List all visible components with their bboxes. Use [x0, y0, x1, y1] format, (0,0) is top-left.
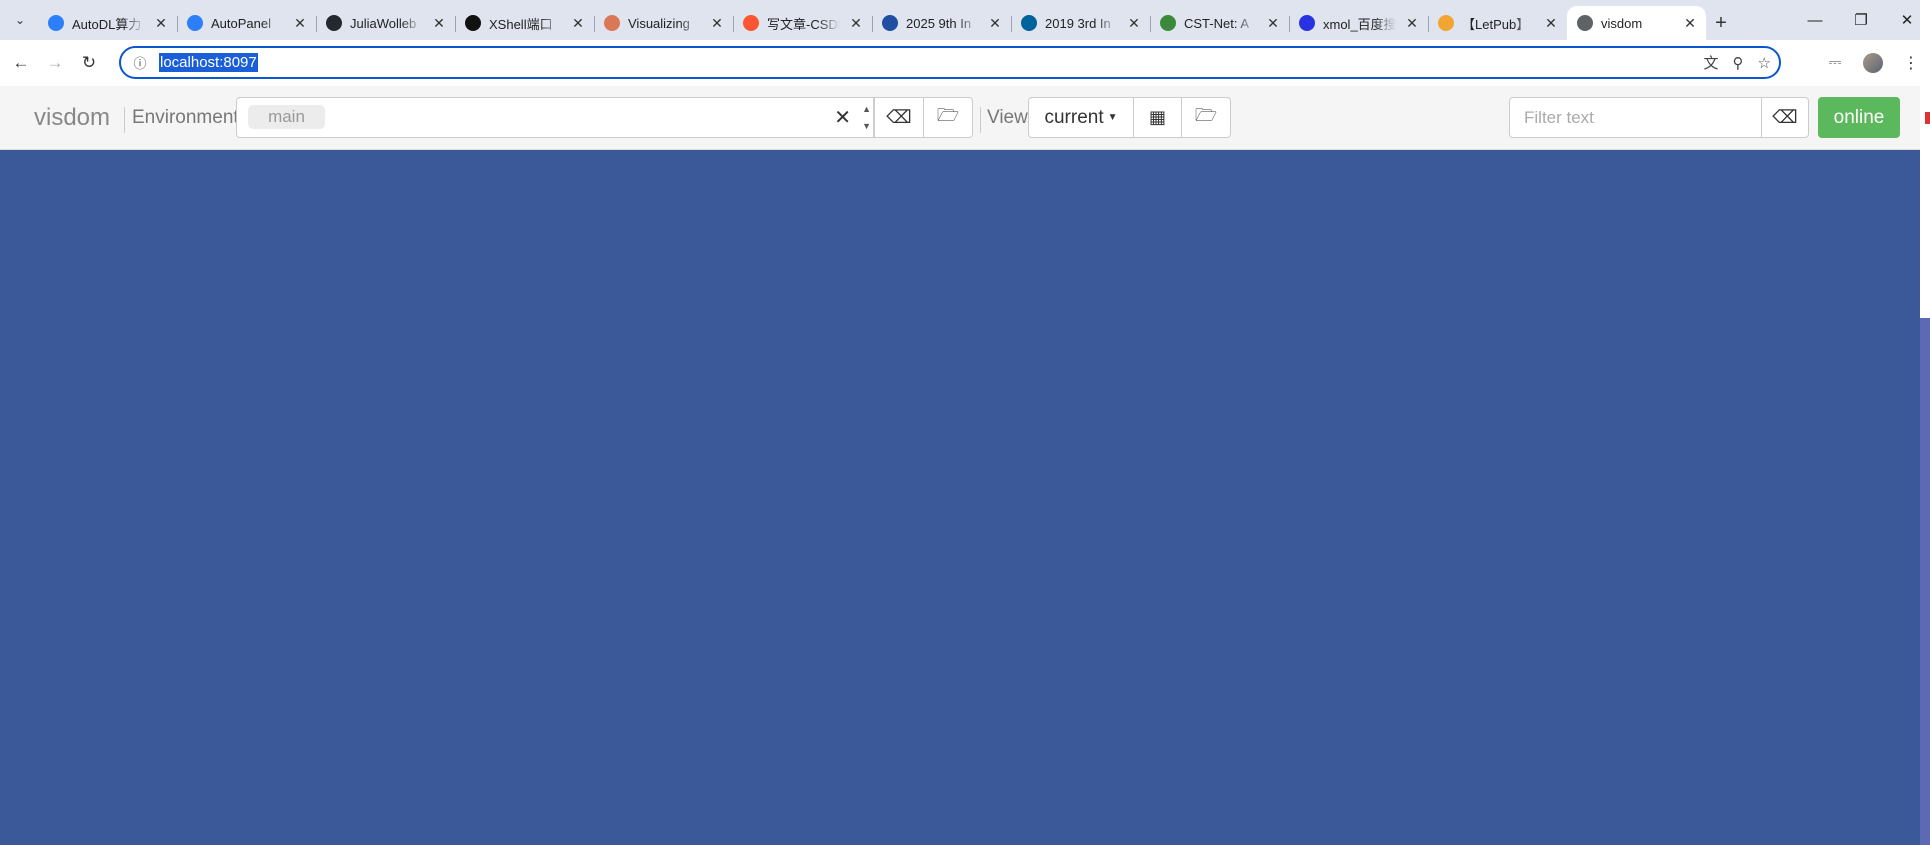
browser-tab[interactable]: Visualizing ✕	[594, 6, 733, 40]
github-icon	[326, 15, 342, 31]
browser-tab[interactable]: 2025 9th In ✕	[872, 6, 1011, 40]
profile-avatar[interactable]	[1863, 53, 1883, 73]
app-brand[interactable]: visdom	[34, 104, 110, 132]
close-tab-icon[interactable]: ✕	[709, 15, 725, 32]
eraser-icon[interactable]: ⌫	[874, 97, 924, 138]
edge-mark	[1925, 112, 1930, 124]
back-icon[interactable]: ←	[4, 46, 38, 80]
tab-search-icon[interactable]: ⌄	[6, 6, 34, 34]
autodl-icon	[187, 15, 203, 31]
browser-toolbar: ← → ↻ ⓘ localhost:8097 文 ⚲ ☆ ⎓ ⋮	[0, 40, 1930, 86]
browser-tab[interactable]: 2019 3rd In ✕	[1011, 6, 1150, 40]
close-tab-icon[interactable]: ✕	[292, 15, 308, 32]
minimize-icon[interactable]: —	[1792, 0, 1838, 40]
tab-title: xmol_百度搜	[1323, 16, 1396, 32]
bookmark-star-icon[interactable]: ☆	[1758, 54, 1771, 72]
openai-icon	[465, 15, 481, 31]
clear-environment-icon[interactable]: ✕	[834, 105, 851, 130]
browser-tab[interactable]: JuliaWolleb ✕	[316, 6, 455, 40]
background-window-edge	[1920, 0, 1930, 318]
close-tab-icon[interactable]: ✕	[1265, 15, 1281, 32]
translate-icon[interactable]: 文	[1704, 52, 1719, 73]
paper-icon	[1160, 15, 1176, 31]
browser-tab-strip: ⌄ AutoDL算力 ✕ AutoPanel ✕ JuliaWolleb ✕ XShell端…	[0, 0, 1930, 40]
baidu-icon	[1299, 15, 1315, 31]
conference-icon	[882, 15, 898, 31]
claude-icon	[604, 15, 620, 31]
close-tab-icon[interactable]: ✕	[1404, 15, 1420, 32]
close-tab-icon[interactable]: ✕	[1543, 15, 1559, 32]
tab-title: JuliaWolleb	[350, 15, 417, 31]
window-controls: — ❐ ✕	[1792, 0, 1930, 40]
view-label: View	[987, 107, 1028, 128]
caret-down-icon: ▼	[1107, 112, 1118, 123]
eraser-icon[interactable]: ⌫	[1761, 97, 1809, 138]
view-dropdown[interactable]: current ▼	[1028, 97, 1134, 138]
csdn-icon	[743, 15, 759, 31]
restore-icon[interactable]: ❐	[1838, 0, 1884, 40]
grid-layout-icon[interactable]: ▦	[1133, 97, 1182, 138]
connection-status-button[interactable]: online	[1818, 97, 1900, 138]
divider	[124, 107, 125, 133]
browser-tab[interactable]: 写文章-CSDN ✕	[733, 6, 872, 40]
autodl-icon	[48, 15, 64, 31]
tab-title: AutoPanel	[211, 15, 271, 31]
tab-title: XShell端口	[489, 16, 553, 32]
close-tab-icon[interactable]: ✕	[987, 15, 1003, 32]
filter-input[interactable]	[1509, 97, 1762, 138]
visdom-navbar: visdom Environment main ✕ ▲ ▼ ⌫ 🗁 View cu…	[0, 86, 1920, 150]
extensions-icon[interactable]: ⎓	[1816, 54, 1854, 72]
forward-icon[interactable]: →	[38, 46, 72, 80]
url-text[interactable]: localhost:8097	[159, 53, 258, 72]
site-info-icon[interactable]: ⓘ	[125, 53, 155, 72]
new-tab-icon[interactable]: +	[1706, 6, 1736, 40]
divider	[980, 107, 981, 133]
close-tab-icon[interactable]: ✕	[570, 15, 586, 32]
tab-title: AutoDL算力	[72, 16, 142, 32]
background-window-edge	[1920, 318, 1930, 845]
tab-title: Visualizing	[628, 15, 690, 31]
environment-tag-main[interactable]: main	[248, 105, 325, 129]
browser-tab[interactable]: 【LetPub】 ✕	[1428, 6, 1567, 40]
browser-toolbar-actions: ⎓ ⋮	[1816, 40, 1930, 86]
globe-icon	[1577, 15, 1593, 31]
ieee-icon	[1021, 15, 1037, 31]
tab-title: CST-Net: A	[1184, 15, 1250, 31]
browser-tab[interactable]: CST-Net: A ✕	[1150, 6, 1289, 40]
browser-tab[interactable]: xmol_百度搜 ✕	[1289, 6, 1428, 40]
close-tab-icon[interactable]: ✕	[1126, 15, 1142, 32]
environment-select[interactable]: main ✕ ▲ ▼	[236, 97, 874, 138]
tab-title: 2025 9th In	[906, 15, 972, 31]
browser-tab[interactable]: visdom ✕	[1567, 6, 1706, 40]
environment-label: Environment	[132, 107, 239, 128]
zoom-icon[interactable]: ⚲	[1733, 54, 1744, 72]
browser-tab[interactable]: AutoDL算力 ✕	[38, 6, 177, 40]
tab-title: 写文章-CSDN	[767, 16, 840, 32]
tab-list: AutoDL算力 ✕ AutoPanel ✕ JuliaWolleb ✕ XShell端口 ✕…	[38, 6, 1706, 40]
folder-open-icon[interactable]: 🗁	[923, 97, 973, 138]
tab-title: visdom	[1601, 15, 1643, 31]
environment-stepper-icon[interactable]: ▲ ▼	[862, 101, 871, 135]
close-tab-icon[interactable]: ✕	[1682, 15, 1698, 32]
close-tab-icon[interactable]: ✕	[153, 15, 169, 32]
close-tab-icon[interactable]: ✕	[848, 15, 864, 32]
tab-title: 2019 3rd In	[1045, 15, 1111, 31]
browser-tab[interactable]: XShell端口 ✕	[455, 6, 594, 40]
close-tab-icon[interactable]: ✕	[431, 15, 447, 32]
address-bar[interactable]: ⓘ localhost:8097 文 ⚲ ☆	[119, 46, 1781, 79]
letpub-icon	[1438, 15, 1454, 31]
visdom-canvas[interactable]	[0, 150, 1920, 845]
reload-icon[interactable]: ↻	[72, 46, 106, 80]
browser-tab[interactable]: AutoPanel ✕	[177, 6, 316, 40]
folder-open-icon[interactable]: 🗁	[1181, 97, 1231, 138]
view-selected-value: current	[1044, 106, 1104, 128]
tab-title: 【LetPub】	[1462, 16, 1530, 32]
